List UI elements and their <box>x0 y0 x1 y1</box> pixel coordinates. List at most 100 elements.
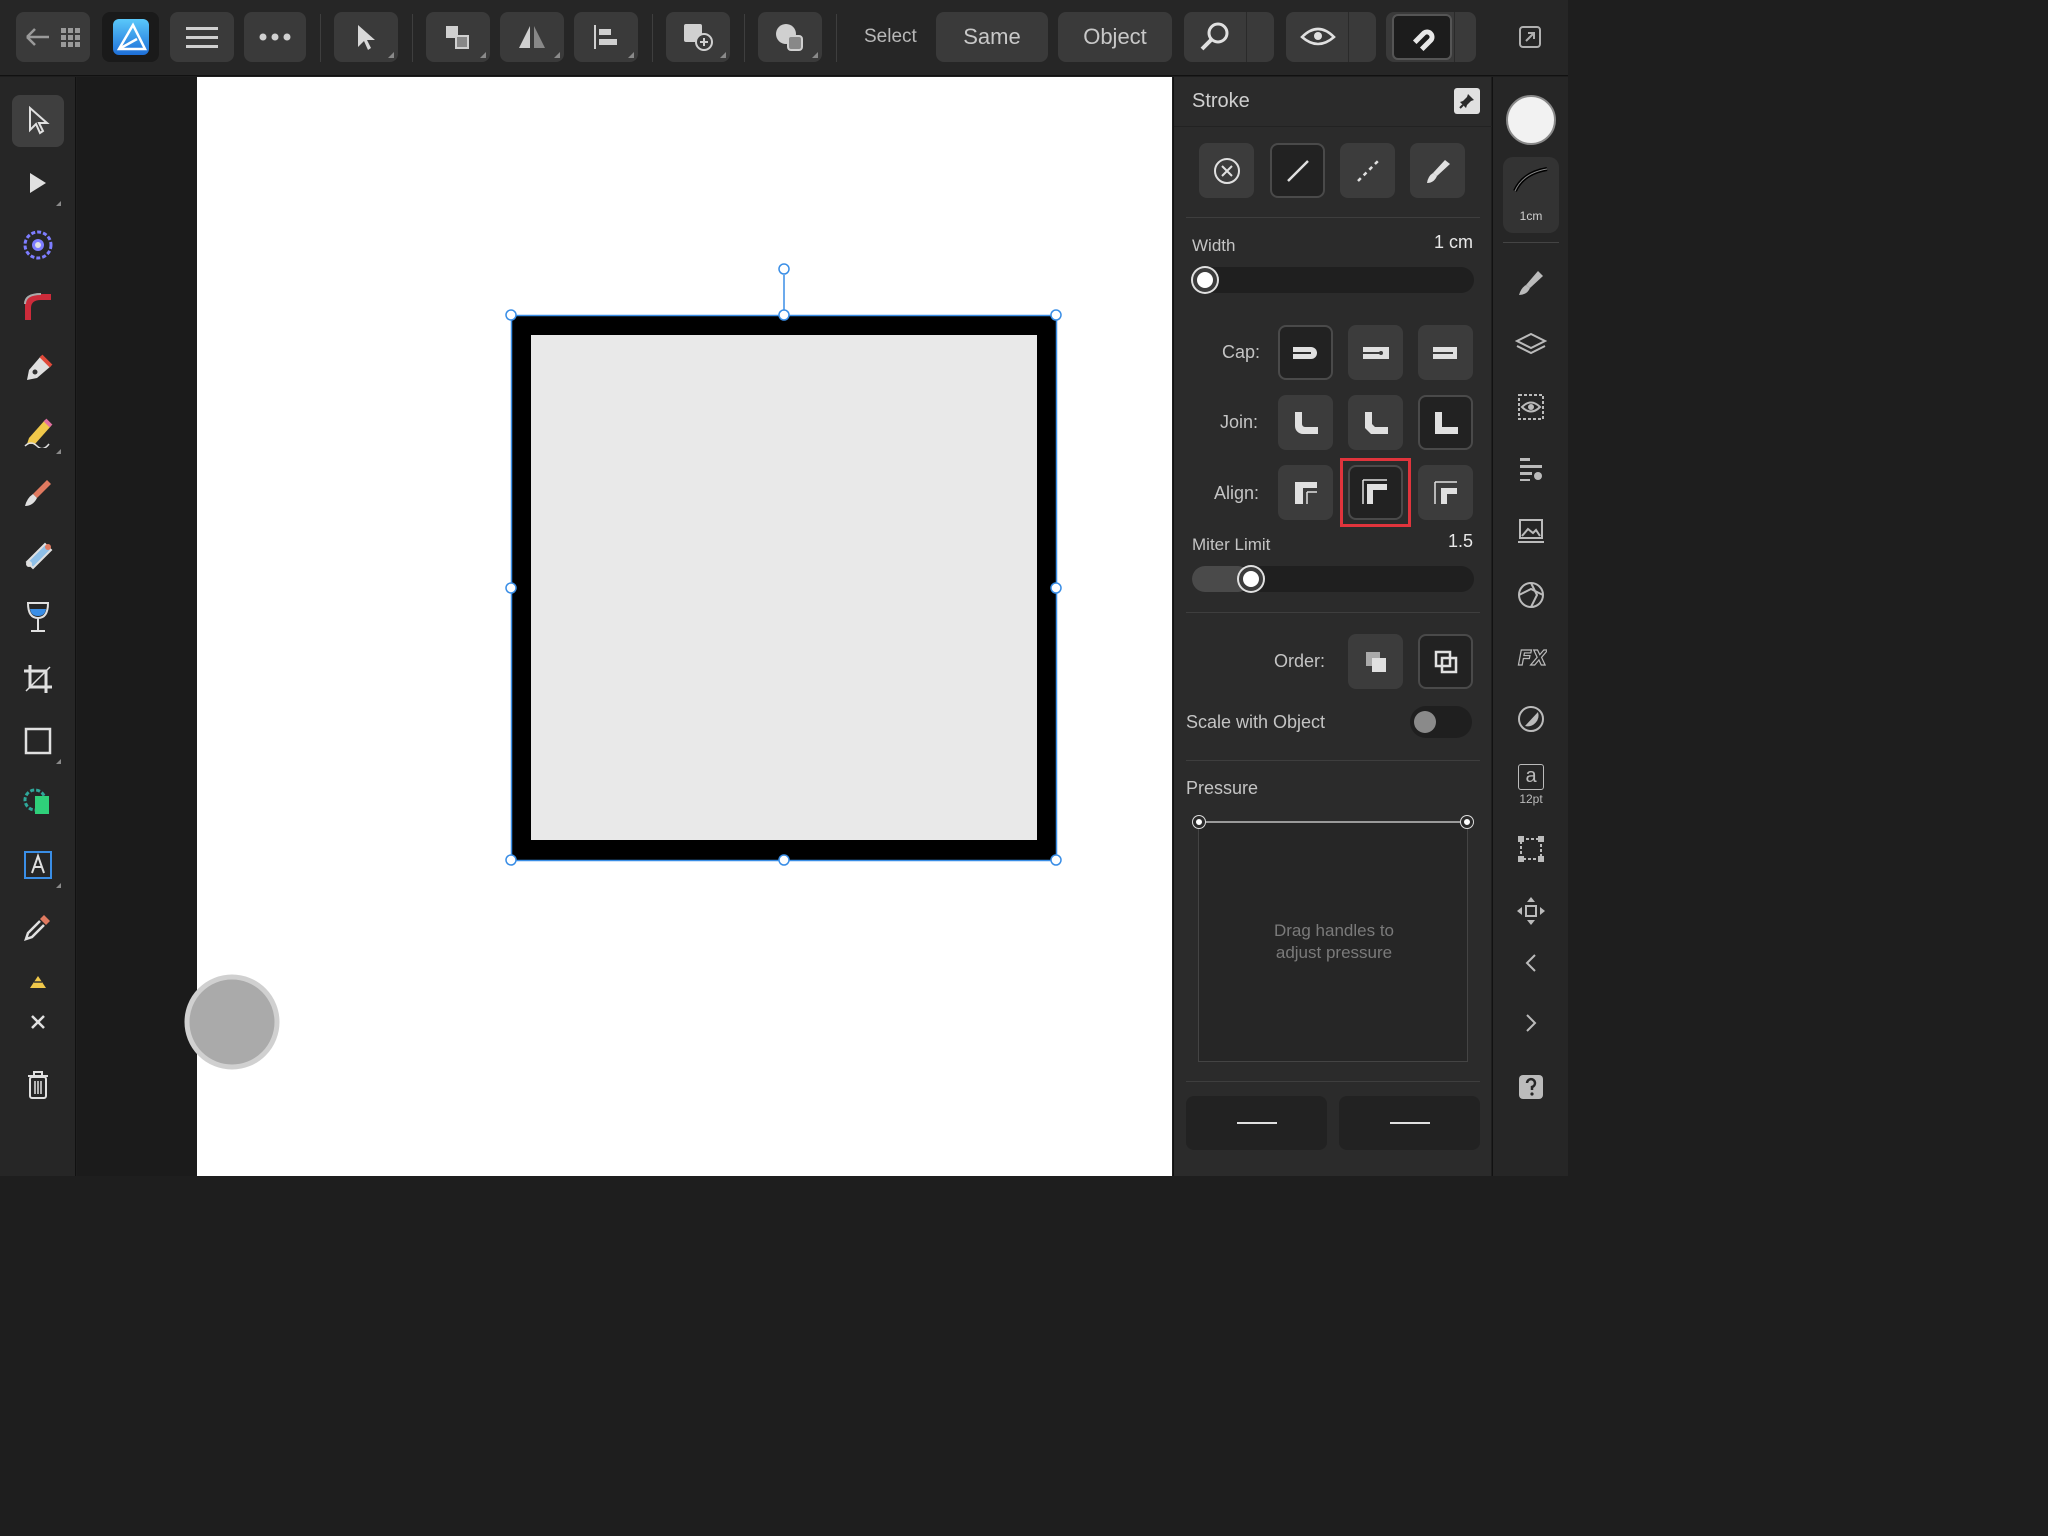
align-outside-icon <box>1433 480 1457 504</box>
strip-divider <box>1503 242 1559 243</box>
align-center-button[interactable] <box>1348 465 1403 520</box>
opacity-icon <box>1518 706 1544 732</box>
scale-with-object-label: Scale with Object <box>1186 712 1326 732</box>
rotation-handle[interactable] <box>778 263 790 275</box>
pressure-hint: Drag handles to adjust pressure <box>1199 920 1469 964</box>
brushes-icon <box>1519 271 1543 295</box>
miter-limit-slider[interactable] <box>1192 566 1474 592</box>
panel-divider <box>1186 1081 1480 1082</box>
previous-panel-button[interactable] <box>1507 939 1555 987</box>
properties-list-icon <box>1520 458 1542 481</box>
line-start-icon <box>1236 1122 1277 1124</box>
pressure-label: Pressure <box>1186 778 1259 798</box>
bevel-join-icon <box>1364 411 1388 434</box>
width-label: Width <box>1192 236 1236 255</box>
width-slider[interactable] <box>1192 267 1474 293</box>
cap-round-button[interactable] <box>1418 325 1473 380</box>
studio-strip: 1cm FX a 12pt <box>1492 77 1568 1176</box>
panel-divider <box>1186 760 1480 761</box>
start-arrowhead-button[interactable] <box>1186 1096 1327 1150</box>
swatches-panel-button[interactable] <box>1507 571 1555 619</box>
stroke-swatch[interactable]: 1cm <box>1503 157 1559 233</box>
resize-handle-right[interactable] <box>1050 582 1062 594</box>
navigator-panel-button[interactable] <box>1507 887 1555 935</box>
appearance-eye-icon <box>1518 394 1544 420</box>
view-mode-button[interactable] <box>1286 12 1376 62</box>
round-cap-icon <box>1292 346 1317 359</box>
resize-handle-top-left[interactable] <box>505 309 517 321</box>
align-inside-button[interactable] <box>1278 465 1333 520</box>
appearance-panel-button[interactable] <box>1507 383 1555 431</box>
resize-handle-bottom-left[interactable] <box>505 854 517 866</box>
width-slider-thumb[interactable] <box>1193 268 1217 292</box>
align-label: Align: <box>1214 483 1260 503</box>
transparency-panel-button[interactable] <box>1507 695 1555 743</box>
resize-handle-left[interactable] <box>505 582 517 594</box>
fill-color-swatch[interactable] <box>1506 95 1556 145</box>
layers-panel-button[interactable] <box>1507 321 1555 369</box>
resize-handle-top-right[interactable] <box>1050 309 1062 321</box>
stroke-texture-button[interactable] <box>1410 143 1465 198</box>
pressure-handle-start[interactable] <box>1193 816 1205 828</box>
align-center-icon <box>1361 478 1387 504</box>
solid-line-icon <box>1286 159 1309 182</box>
magnifier-icon <box>1200 22 1229 51</box>
snapping-button[interactable] <box>1386 12 1476 62</box>
stroke-front-icon <box>1434 650 1457 673</box>
join-bevel-button[interactable] <box>1348 395 1403 450</box>
text-size-label: 12pt <box>1519 792 1543 806</box>
scale-with-object-toggle[interactable] <box>1410 706 1472 738</box>
transform-panel-button[interactable] <box>1507 825 1555 873</box>
order-behind-fill-button[interactable] <box>1348 634 1403 689</box>
pressure-hint-line-1: Drag handles to <box>1273 921 1395 940</box>
brushes-panel-button[interactable] <box>1507 259 1555 307</box>
resize-handle-bottom-right[interactable] <box>1050 854 1062 866</box>
join-round-button[interactable] <box>1278 395 1333 450</box>
magnet-icon <box>1411 29 1435 53</box>
assets-panel-button[interactable] <box>1507 507 1555 555</box>
pressure-handle-end[interactable] <box>1461 816 1473 828</box>
stroke-dashed-button[interactable] <box>1340 143 1395 198</box>
pressure-graph[interactable]: Drag handles to adjust pressure <box>1193 816 1473 1062</box>
end-arrowhead-button[interactable] <box>1339 1096 1480 1150</box>
command-controller[interactable] <box>184 974 280 1070</box>
cap-square-button[interactable] <box>1348 325 1403 380</box>
chevron-left-icon <box>1525 954 1536 972</box>
panel-title: Stroke <box>1192 90 1250 112</box>
resize-handle-top[interactable] <box>778 309 790 321</box>
next-panel-button[interactable] <box>1507 999 1555 1047</box>
help-button[interactable] <box>1507 1063 1555 1111</box>
chevron-right-icon <box>1526 1014 1537 1032</box>
stroke-solid-button[interactable] <box>1270 143 1325 198</box>
eye-icon <box>1300 27 1336 46</box>
move-arrows-icon <box>1517 897 1545 925</box>
image-stack-icon <box>1518 519 1544 543</box>
cap-label: Cap: <box>1222 342 1261 362</box>
stroke-properties-panel-button[interactable] <box>1507 445 1555 493</box>
no-stroke-icon <box>1213 157 1240 184</box>
resize-handle-bottom[interactable] <box>778 854 790 866</box>
zoom-button[interactable] <box>1184 12 1274 62</box>
svg-text:FX: FX <box>1518 646 1547 670</box>
snapping-toggle[interactable] <box>1392 14 1452 60</box>
align-outside-button[interactable] <box>1418 465 1473 520</box>
effects-panel-button[interactable]: FX <box>1507 633 1555 681</box>
selected-rectangle[interactable] <box>511 315 1057 860</box>
stroke-none-button[interactable] <box>1199 143 1254 198</box>
cap-butt-button[interactable] <box>1278 325 1333 380</box>
miter-limit-thumb[interactable] <box>1239 567 1264 591</box>
pin-icon <box>1459 94 1474 109</box>
fullscreen-button[interactable] <box>1504 12 1556 62</box>
miter-limit-label: Miter Limit <box>1192 535 1271 554</box>
miter-join-icon <box>1434 411 1458 434</box>
pin-panel-button[interactable] <box>1454 88 1480 114</box>
align-inside-icon <box>1294 481 1317 504</box>
canvas-overlay <box>184 263 1062 1070</box>
order-label: Order: <box>1274 651 1326 671</box>
join-miter-button[interactable] <box>1418 395 1473 450</box>
width-value: 1 cm <box>1433 232 1473 252</box>
order-front-fill-button[interactable] <box>1418 634 1473 689</box>
flat-cap-icon <box>1432 346 1457 359</box>
round-join-icon <box>1294 411 1318 434</box>
text-style-panel-button[interactable]: a 12pt <box>1507 757 1555 813</box>
